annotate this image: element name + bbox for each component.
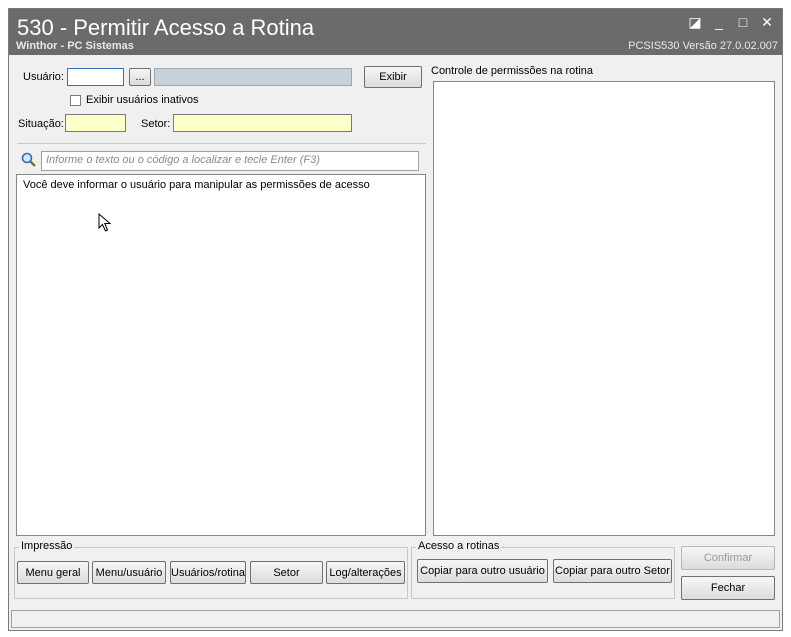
menu-geral-button[interactable]: Menu geral: [17, 561, 89, 584]
inativos-label: Exibir usuários inativos: [86, 94, 199, 106]
exibir-button[interactable]: Exibir: [364, 66, 422, 88]
usuario-label: Usuário:: [23, 71, 64, 83]
browse-usuario-button[interactable]: ...: [129, 68, 151, 86]
version-label: PCSIS530 Versão 27.0.02.007: [628, 40, 778, 52]
permissions-panel-title: Controle de permissões na rotina: [431, 65, 594, 77]
minimize-icon[interactable]: _: [712, 14, 726, 31]
situacao-label: Situação:: [18, 118, 64, 130]
title-bar: 530 - Permitir Acesso a Rotina Winthor -…: [9, 9, 782, 55]
usuarios-rotina-button[interactable]: Usuários/rotina: [170, 561, 246, 584]
permissions-control-panel[interactable]: [433, 81, 775, 536]
restore-icon[interactable]: ◪: [688, 14, 702, 31]
maximize-icon[interactable]: □: [736, 14, 750, 31]
situacao-field[interactable]: [65, 114, 126, 132]
usuario-input[interactable]: [67, 68, 124, 86]
search-input[interactable]: Informe o texto ou o código a localizar …: [41, 151, 419, 171]
cursor-icon: [98, 213, 112, 232]
list-message: Você deve informar o usuário para manipu…: [23, 179, 370, 191]
setor-field[interactable]: [173, 114, 352, 132]
divider: [17, 143, 426, 144]
copiar-setor-button[interactable]: Copiar para outro Setor: [553, 559, 672, 583]
log-alteracoes-button[interactable]: Log/alterações: [326, 561, 405, 584]
window-controls: ◪ _ □ ✕: [688, 14, 774, 31]
setor-button[interactable]: Setor: [250, 561, 323, 584]
window-title: 530 - Permitir Acesso a Rotina: [17, 15, 315, 40]
window-subtitle: Winthor - PC Sistemas: [16, 40, 134, 52]
copiar-usuario-button[interactable]: Copiar para outro usuário: [417, 559, 548, 583]
close-icon[interactable]: ✕: [760, 14, 774, 31]
acesso-group-label: Acesso a rotinas: [416, 540, 502, 552]
setor-label: Setor:: [141, 118, 171, 130]
search-icon: [21, 152, 36, 167]
impressao-group-label: Impressão: [19, 540, 75, 552]
permissions-list[interactable]: Você deve informar o usuário para manipu…: [16, 174, 426, 536]
inativos-checkbox[interactable]: [70, 95, 81, 106]
status-bar: [11, 610, 780, 628]
usuario-name-field: [154, 68, 352, 86]
app-window: 530 - Permitir Acesso a Rotina Winthor -…: [8, 8, 783, 631]
confirmar-button[interactable]: Confirmar: [681, 546, 775, 570]
fechar-button[interactable]: Fechar: [681, 576, 775, 600]
menu-usuario-button[interactable]: Menu/usuário: [92, 561, 166, 584]
